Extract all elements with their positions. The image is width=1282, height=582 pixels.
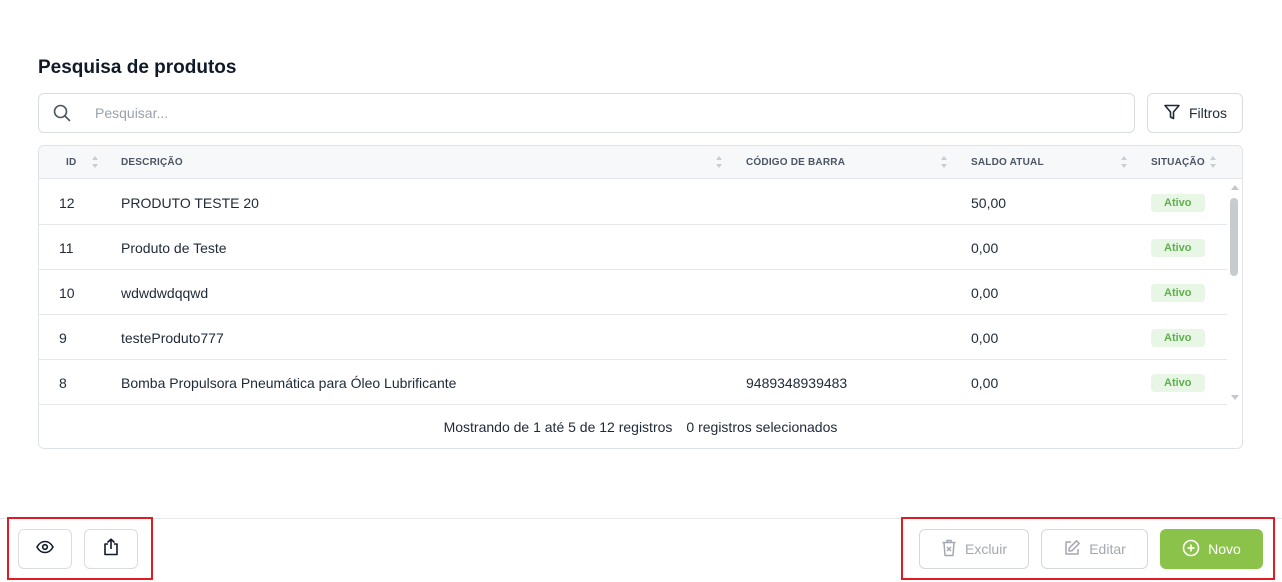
scroll-down-arrow-icon[interactable] (1231, 395, 1239, 400)
filters-button[interactable]: Filtros (1147, 93, 1243, 133)
sort-icon[interactable] (1120, 155, 1128, 169)
cell-description: Produto de Teste (121, 239, 227, 256)
search-input[interactable] (95, 105, 995, 121)
table-row[interactable]: 8 Bomba Propulsora Pneumática para Óleo … (39, 360, 1227, 405)
scrollbar-thumb[interactable] (1230, 198, 1238, 276)
status-badge: Ativo (1151, 283, 1205, 302)
status-badge: Ativo (1151, 373, 1205, 392)
sort-icon[interactable] (91, 155, 99, 169)
sort-icon[interactable] (1209, 155, 1217, 169)
search-icon (52, 103, 72, 123)
table-header: ID DESCRIÇÃO CÓDIGO DE BARRA SALDO ATUAL… (39, 146, 1242, 179)
selection-info: 0 registros selecionados (686, 419, 838, 435)
status-badge: Ativo (1151, 193, 1205, 212)
scroll-up-arrow-icon[interactable] (1231, 185, 1239, 190)
search-bar[interactable] (38, 93, 1135, 133)
cell-id: 11 (59, 239, 74, 256)
column-header-balance[interactable]: SALDO ATUAL (971, 146, 1044, 179)
highlight-box-left (7, 517, 153, 580)
cell-barcode: 9489348939483 (746, 374, 848, 391)
column-header-status[interactable]: SITUAÇÃO (1151, 146, 1205, 179)
sort-icon[interactable] (715, 155, 723, 169)
cell-description: PRODUTO TESTE 20 (121, 194, 259, 211)
column-header-id[interactable]: ID (66, 146, 76, 179)
column-header-description[interactable]: DESCRIÇÃO (121, 146, 183, 179)
cell-id: 12 (59, 194, 75, 211)
cell-balance: 0,00 (971, 239, 999, 256)
table-row[interactable]: 11 Produto de Teste 0,00 Ativo (39, 225, 1227, 270)
page-title: Pesquisa de produtos (38, 57, 237, 78)
cell-description: testeProduto777 (121, 329, 224, 346)
status-badge: Ativo (1151, 328, 1205, 347)
table-footer: Mostrando de 1 até 5 de 12 registros 0 r… (39, 405, 1242, 448)
cell-balance: 0,00 (971, 329, 999, 346)
cell-balance: 0,00 (971, 284, 999, 301)
cell-balance: 50,00 (971, 194, 1007, 211)
highlight-box-right (901, 517, 1275, 580)
cell-description: wdwdwdqqwd (121, 284, 209, 301)
products-table: ID DESCRIÇÃO CÓDIGO DE BARRA SALDO ATUAL… (38, 145, 1243, 449)
filters-label: Filtros (1188, 105, 1228, 121)
sort-icon[interactable] (940, 155, 948, 169)
cell-description: Bomba Propulsora Pneumática para Óleo Lu… (121, 374, 457, 391)
column-header-barcode[interactable]: CÓDIGO DE BARRA (746, 146, 845, 179)
table-row[interactable]: 12 PRODUTO TESTE 20 50,00 Ativo (39, 180, 1227, 225)
status-badge: Ativo (1151, 238, 1205, 257)
pagination-info: Mostrando de 1 até 5 de 12 registros (443, 419, 673, 435)
table-row[interactable]: 10 wdwdwdqqwd 0,00 Ativo (39, 270, 1227, 315)
cell-id: 9 (59, 329, 67, 346)
cell-id: 10 (59, 284, 75, 301)
cell-balance: 0,00 (971, 374, 999, 391)
table-scrollbar[interactable] (1227, 180, 1242, 405)
table-row[interactable]: 9 testeProduto777 0,00 Ativo (39, 315, 1227, 360)
cell-id: 8 (59, 374, 67, 391)
filter-icon (1163, 103, 1181, 124)
